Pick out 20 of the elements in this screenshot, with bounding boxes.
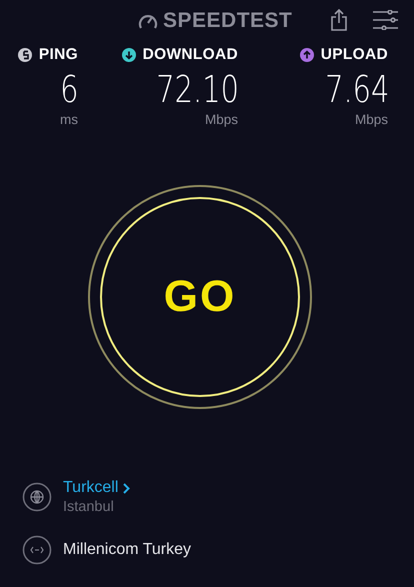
metric-unit: Mbps: [354, 112, 388, 127]
share-icon[interactable]: [331, 9, 347, 31]
provider-location: Istanbul: [63, 499, 115, 515]
metric-label: UPLOAD: [320, 46, 388, 64]
metric-value: 72.10: [156, 71, 239, 109]
go-button[interactable]: GO: [100, 197, 300, 397]
metric-value: 7.64: [324, 71, 389, 109]
provider-link[interactable]: Turkcell: [63, 479, 118, 497]
app-logo: SPEEDTEST: [163, 9, 292, 33]
settings-sliders-icon[interactable]: [373, 10, 398, 30]
metric-unit: ms: [60, 112, 78, 127]
connection-icon: [22, 535, 52, 565]
metric-label: DOWNLOAD: [142, 46, 238, 64]
metric-value: 6: [60, 71, 79, 109]
globe-icon: [22, 482, 52, 512]
gauge-icon: [138, 12, 158, 30]
metric-unit: Mbps: [204, 112, 238, 127]
server-name[interactable]: Millenicom Turkey: [63, 541, 192, 559]
metric-label: PING: [38, 46, 78, 64]
chevron-right-icon[interactable]: [123, 482, 130, 494]
